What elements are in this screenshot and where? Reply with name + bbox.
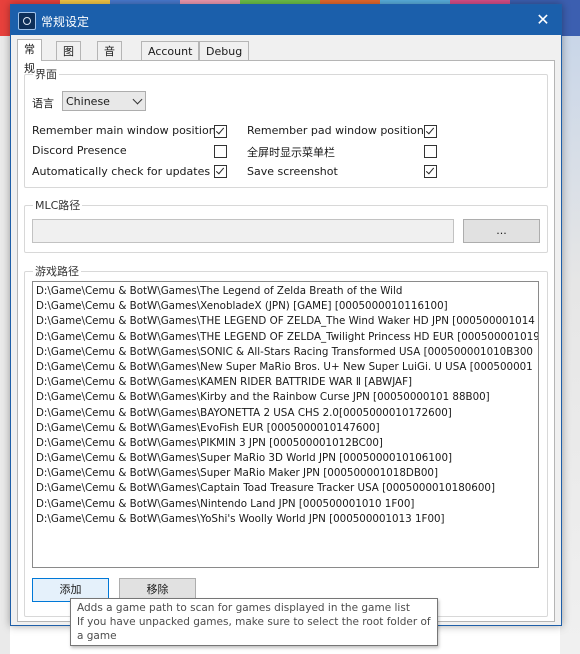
list-item[interactable]: D:\Game\Cemu & BotW\Games\BAYONETTA 2 US… [33,406,538,421]
tab-graphics[interactable]: 图像 [56,41,81,77]
list-item[interactable]: D:\Game\Cemu & BotW\Games\YoShi's Woolly… [33,512,538,527]
list-item[interactable]: D:\Game\Cemu & BotW\Games\PIKMIN 3 JPN [… [33,436,538,451]
check-updates-checkbox[interactable] [214,165,227,178]
option-label-remember-main: Remember main window position [32,124,216,137]
fullscreen-menubar-checkbox[interactable] [424,145,437,158]
game-paths-group-label: 游戏路径 [35,265,79,278]
save-screenshot-checkbox[interactable] [424,165,437,178]
chevron-down-icon [132,94,143,105]
language-label: 语言 [32,97,54,110]
mlc-browse-button[interactable]: ... [463,219,540,243]
language-select[interactable]: Chinese [62,91,146,111]
title-bar[interactable]: 常规设定 ✕ [11,5,561,35]
desktop-edge-right [560,36,580,654]
language-select-value: Chinese [66,95,110,108]
list-item[interactable]: D:\Game\Cemu & BotW\Games\THE LEGEND OF … [33,330,538,345]
list-item[interactable]: D:\Game\Cemu & BotW\Games\New Super MaRi… [33,360,538,375]
tooltip-line: If you have unpacked games, make sure to… [77,616,431,628]
tab-audio[interactable]: 音频 [97,41,122,77]
tooltip-line: a game [77,630,117,642]
interface-group-label: 界面 [35,68,57,81]
tab-general[interactable]: 常规 [17,39,42,75]
general-tab-panel: 界面 语言 Chinese Remember main window posit… [17,60,555,622]
tooltip-line: Adds a game path to scan for games displ… [77,602,410,614]
list-item[interactable]: D:\Game\Cemu & BotW\Games\EvoFish EUR [0… [33,421,538,436]
list-item[interactable]: D:\Game\Cemu & BotW\Games\Super MaRio Ma… [33,466,538,481]
option-label-save-screenshot: Save screenshot [247,165,338,178]
option-label-fullscreen-menubar: 全屏时显示菜单栏 [247,146,335,159]
list-item[interactable]: D:\Game\Cemu & BotW\Games\Super MaRio 3D… [33,451,538,466]
desktop-edge-left [0,36,10,654]
mlc-path-input[interactable] [32,219,454,243]
list-item[interactable]: D:\Game\Cemu & BotW\Games\THE LEGEND OF … [33,314,538,329]
add-path-tooltip: Adds a game path to scan for games displ… [70,598,438,646]
mlc-path-group-label: MLC路径 [35,199,81,212]
remember-pad-window-checkbox[interactable] [424,125,437,138]
list-item[interactable]: D:\Game\Cemu & BotW\Games\Nintendo Land … [33,497,538,512]
window-title: 常规设定 [41,15,90,29]
option-label-discord: Discord Presence [32,144,127,157]
list-item[interactable]: D:\Game\Cemu & BotW\Games\Captain Toad T… [33,481,538,496]
list-item[interactable]: D:\Game\Cemu & BotW\Games\KAMEN RIDER BA… [33,375,538,390]
app-icon [18,12,36,30]
list-item[interactable]: D:\Game\Cemu & BotW\Games\SONIC & All-St… [33,345,538,360]
tab-account[interactable]: Account [141,41,200,61]
list-item[interactable]: D:\Game\Cemu & BotW\Games\The Legend of … [33,284,538,299]
option-label-remember-pad: Remember pad window position [247,124,424,137]
option-label-check-updates: Automatically check for updates [32,165,211,178]
game-paths-list[interactable]: D:\Game\Cemu & BotW\Games\The Legend of … [32,281,539,568]
remember-main-window-checkbox[interactable] [214,125,227,138]
tab-debug[interactable]: Debug [199,41,250,61]
close-icon[interactable]: ✕ [525,5,561,35]
discord-presence-checkbox[interactable] [214,145,227,158]
list-item[interactable]: D:\Game\Cemu & BotW\Games\Kirby and the … [33,390,538,405]
list-item[interactable]: D:\Game\Cemu & BotW\Games\XenobladeX (JP… [33,299,538,314]
settings-window: 常规设定 ✕ 常规 图像 音频 Account Debug 界面 语言 Chin… [10,4,562,626]
